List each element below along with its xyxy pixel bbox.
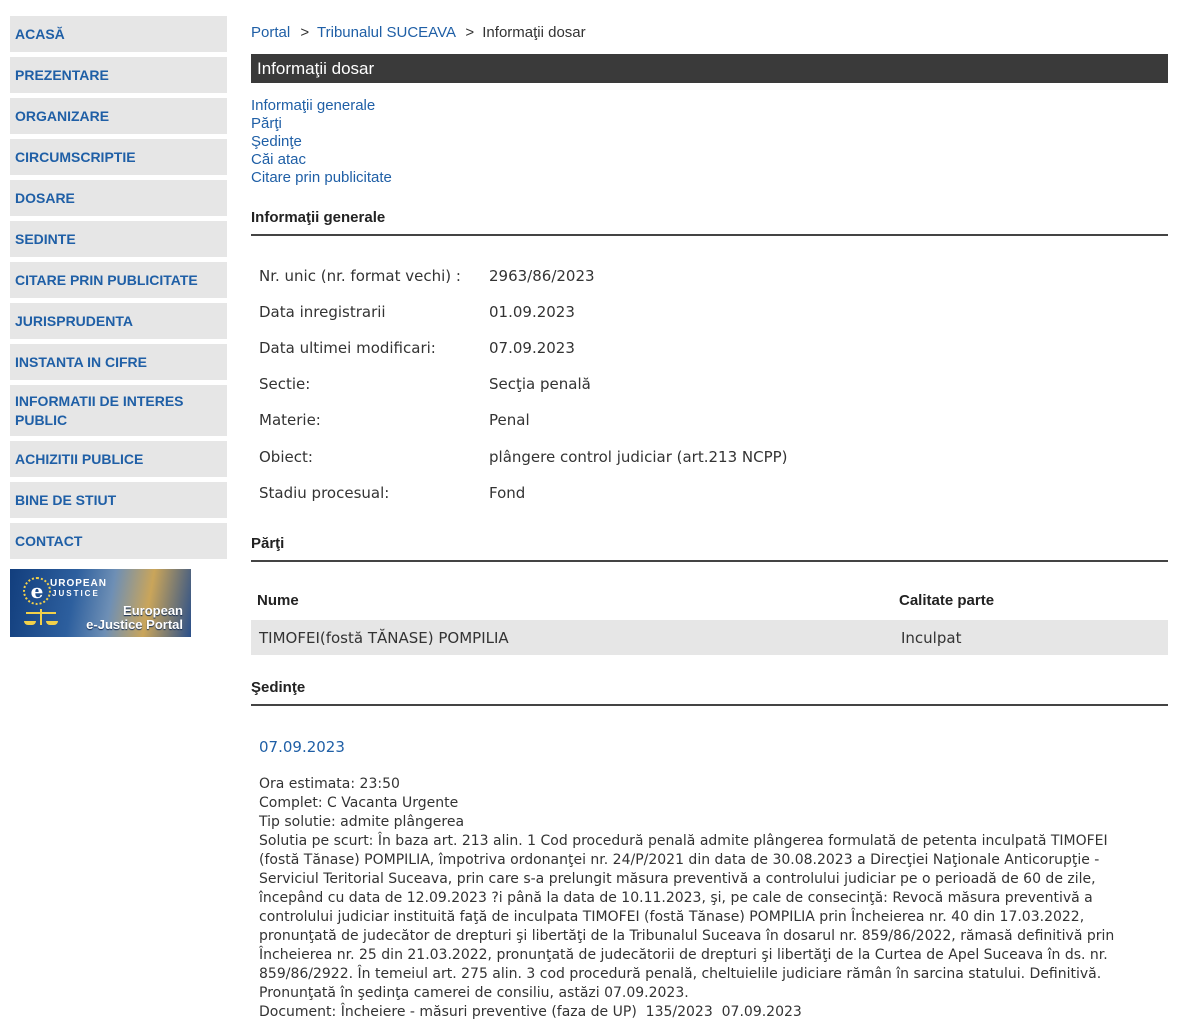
table-row: TIMOFEI(fostă TĂNASE) POMPILIA Inculpat [251, 620, 1168, 655]
nav-item-prezentare[interactable]: PREZENTARE [10, 57, 227, 93]
info-value: 07.09.2023 [489, 339, 575, 357]
info-label: Materie: [259, 411, 321, 429]
nav-item-label: CONTACT [15, 532, 83, 549]
nav-item-organizare[interactable]: ORGANIZARE [10, 98, 227, 134]
info-value: plângere control judiciar (art.213 NCPP) [489, 448, 788, 466]
nav-item-label: PREZENTARE [15, 66, 109, 83]
nav-item-label: CITARE PRIN PUBLICITATE [15, 271, 198, 288]
hearing-line: 859/86/2922. În temeiul art. 275 alin. 3… [259, 966, 1102, 982]
nav-item-label: DOSARE [15, 189, 75, 206]
nav-item-circumscriptie[interactable]: CIRCUMSCRIPTIE [10, 139, 227, 175]
link-sedinte[interactable]: Şedinţe [251, 133, 392, 151]
breadcrumb-portal-link[interactable]: Portal [251, 24, 290, 41]
info-value: 2963/86/2023 [489, 267, 595, 285]
hearing-line: Document: Încheiere - măsuri preventive … [259, 1004, 802, 1020]
scales-of-justice-icon [24, 609, 58, 629]
link-cai-atac[interactable]: Căi atac [251, 151, 392, 169]
breadcrumb: Portal > Tribunalul SUCEAVA > Informaţii… [251, 24, 586, 41]
nav-item-label: INFORMATII DE INTERES PUBLIC [15, 392, 184, 428]
nav-item-label: INSTANTA IN CIFRE [15, 353, 147, 370]
link-citare-prin-publicitate[interactable]: Citare prin publicitate [251, 169, 392, 187]
hearing-line: Complet: C Vacanta Urgente [259, 795, 459, 811]
hearing-details: Ora estimata: 23:50 Complet: C Vacanta U… [259, 775, 1164, 1022]
nav-item-contact[interactable]: CONTACT [10, 523, 227, 559]
nav-item-label: ORGANIZARE [15, 107, 110, 124]
breadcrumb-current: Informaţii dosar [482, 24, 586, 41]
breadcrumb-separator: > [300, 24, 310, 41]
hearing-line: începând cu data de 12.09.2023 ?i până l… [259, 890, 1093, 906]
parties-heading: Părţi [251, 534, 1168, 562]
general-info-heading: Informaţii generale [251, 208, 1168, 236]
hearing-line: Ora estimata: 23:50 [259, 776, 400, 792]
breadcrumb-court-link[interactable]: Tribunalul SUCEAVA [317, 24, 455, 41]
info-value: Secţia penală [489, 375, 591, 393]
banner-line2: e-Justice Portal [86, 617, 183, 632]
hearing-line: Serviciul Teritorial Suceava, prin care … [259, 871, 1096, 887]
info-label: Data ultimei modificari: [259, 339, 436, 357]
nav-item-label: ACASĂ [15, 25, 65, 42]
parties-col-role: Calitate parte [899, 592, 995, 609]
nav-item-label: JURISPRUDENTA [15, 312, 133, 329]
party-role: Inculpat [901, 629, 962, 647]
hearing-line: pronunţată de judecător de drepturi şi l… [259, 928, 1115, 944]
e-justice-logo-icon: e [23, 577, 51, 605]
link-parti[interactable]: Părţi [251, 115, 392, 133]
hearing-line: controlului judiciar instituită faţă de … [259, 909, 1085, 925]
hearing-line: (fostă Tănase) POMPILIA, împotriva ordon… [259, 852, 1100, 868]
nav-item-bine-de-stiut[interactable]: BINE DE STIUT [10, 482, 227, 518]
section-links: Informaţii generale Părţi Şedinţe Căi at… [251, 97, 392, 187]
banner-top-line1: UROPEAN [50, 578, 108, 589]
parties-col-name: Nume [257, 592, 299, 609]
info-label: Obiect: [259, 448, 313, 466]
breadcrumb-separator: > [465, 24, 475, 41]
nav-item-instanta-in-cifre[interactable]: INSTANTA IN CIFRE [10, 344, 227, 380]
info-label: Sectie: [259, 375, 311, 393]
hearing-date: 07.09.2023 [259, 738, 345, 756]
nav-item-label: CIRCUMSCRIPTIE [15, 148, 136, 165]
info-value: 01.09.2023 [489, 303, 575, 321]
sidebar-nav: ACASĂ PREZENTARE ORGANIZARE CIRCUMSCRIPT… [10, 16, 227, 564]
info-label: Data inregistrarii [259, 303, 386, 321]
hearings-heading: Şedinţe [251, 678, 1168, 706]
hearing-line: Solutia pe scurt: În baza art. 213 alin.… [259, 833, 1108, 849]
page-title: Informaţii dosar [251, 54, 1168, 83]
nav-item-acasa[interactable]: ACASĂ [10, 16, 227, 52]
banner-line1: European [123, 603, 183, 618]
info-label: Nr. unic (nr. format vechi) : [259, 267, 461, 285]
nav-item-citare-prin-publicitate[interactable]: CITARE PRIN PUBLICITATE [10, 262, 227, 298]
nav-item-sedinte[interactable]: SEDINTE [10, 221, 227, 257]
nav-item-label: ACHIZITII PUBLICE [15, 450, 144, 467]
nav-item-label: BINE DE STIUT [15, 491, 117, 508]
nav-item-label: SEDINTE [15, 230, 76, 247]
nav-item-informatii-interes-public[interactable]: INFORMATII DE INTERES PUBLIC [10, 385, 227, 436]
party-name: TIMOFEI(fostă TĂNASE) POMPILIA [259, 629, 509, 647]
link-informatii-generale[interactable]: Informaţii generale [251, 97, 392, 115]
banner-top-line2: JUSTICE [52, 589, 100, 598]
nav-item-dosare[interactable]: DOSARE [10, 180, 227, 216]
info-label: Stadiu procesual: [259, 484, 390, 502]
nav-item-achizitii-publice[interactable]: ACHIZITII PUBLICE [10, 441, 227, 477]
hearing-line: Tip solutie: admite plângerea [259, 814, 465, 830]
hearing-line: Încheierea nr. 25 din 21.03.2022, pronun… [259, 947, 1108, 963]
hearing-line: Pronunţată în şedinţa camerei de consili… [259, 985, 689, 1001]
european-e-justice-banner[interactable]: e UROPEAN JUSTICE European e-Justice Por… [10, 569, 191, 637]
info-value: Penal [489, 411, 530, 429]
info-value: Fond [489, 484, 526, 502]
nav-item-jurisprudenta[interactable]: JURISPRUDENTA [10, 303, 227, 339]
